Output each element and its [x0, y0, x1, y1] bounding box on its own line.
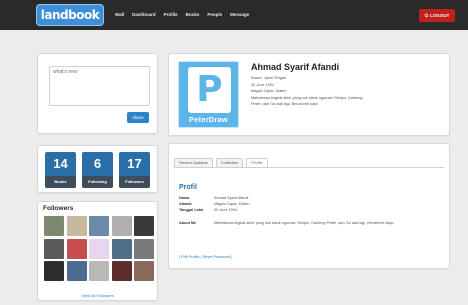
follower-avatar[interactable]: [66, 238, 87, 259]
profile-row-value: Magas Capar, Klaten: [214, 202, 250, 206]
follower-avatar[interactable]: [66, 261, 87, 281]
profile-picture-text: PeterDraw: [189, 115, 228, 124]
share-button[interactable]: share: [127, 112, 149, 123]
profile-detail-card: Recent Updates Collection Profile Profil…: [168, 143, 450, 269]
profile-picture-letter: P: [188, 67, 231, 113]
stat-books-value: 14: [53, 156, 68, 171]
follower-avatar[interactable]: [134, 216, 154, 236]
profile-picture[interactable]: P PeterDraw: [178, 61, 239, 128]
follower-avatar[interactable]: [111, 216, 132, 236]
follower-avatar[interactable]: [111, 238, 132, 259]
profile-row-value: Mahasiswa tingkat akhir yang sok sibuk n…: [214, 221, 394, 225]
follower-avatar[interactable]: [44, 261, 64, 281]
stats-card: 14 Books 6 Following 17 Followers: [37, 145, 158, 193]
stat-following-value: 6: [93, 156, 102, 171]
profile-row-value: Ahmad Syarif Afandi: [214, 196, 249, 200]
profile-header-card: P PeterDraw Ahmad Syarif Afandi Klaten, …: [168, 53, 450, 136]
follower-avatar[interactable]: [134, 238, 154, 259]
stat-books-label: Books: [45, 176, 76, 188]
nav-people[interactable]: People: [207, 12, 222, 17]
follower-avatar[interactable]: [44, 238, 64, 259]
nav-message[interactable]: Message: [230, 12, 249, 17]
stat-following-label: Following: [82, 176, 113, 188]
stat-books[interactable]: 14 Books: [45, 152, 76, 188]
tab-divider: [174, 167, 444, 168]
profile-row-key: Nama: [179, 196, 190, 200]
stat-followers[interactable]: 17 Followers: [119, 152, 150, 188]
nav-books[interactable]: Books: [186, 12, 200, 17]
nav-dashboard[interactable]: Dashboard: [132, 12, 156, 17]
profile-name: Ahmad Syarif Afandi: [251, 62, 340, 72]
follower-avatar[interactable]: [111, 261, 132, 281]
followers-card: Followers View All Followers: [37, 201, 158, 301]
followers-title: Followers: [43, 205, 74, 212]
app-logo[interactable]: landbook: [36, 4, 104, 26]
profile-section-heading: Profil: [179, 184, 197, 191]
profile-info: Klaten, Jawa Tengah 30 June 1994 Magas C…: [251, 75, 441, 108]
profile-row-value: 30 June 1994: [214, 208, 238, 212]
follower-avatar[interactable]: [66, 216, 87, 236]
power-icon: ⏻: [424, 13, 429, 18]
view-all-followers-link[interactable]: View All Followers: [38, 293, 157, 298]
stat-following[interactable]: 6 Following: [82, 152, 113, 188]
logout-label: LOGOUT: [430, 13, 450, 18]
logout-button[interactable]: ⏻ LOGOUT: [419, 9, 455, 22]
follower-avatar[interactable]: [89, 238, 109, 259]
nav-wall[interactable]: Wall: [115, 12, 124, 17]
followers-grid: [44, 216, 154, 281]
nav-profile[interactable]: Profile: [164, 12, 178, 17]
profile-action-links[interactable]: [ Edit Profile | Reset Password ]: [179, 255, 232, 259]
stat-followers-label: Followers: [119, 176, 150, 188]
profile-row-key: Alamat: [179, 202, 192, 206]
top-navigation-bar: landbook Wall Dashboard Profile Books Pe…: [0, 0, 468, 30]
stat-followers-value: 17: [127, 156, 142, 171]
follower-avatar[interactable]: [89, 261, 109, 281]
status-input[interactable]: [49, 66, 150, 106]
follower-avatar[interactable]: [89, 216, 109, 236]
profile-info-bio-line2: Pinter, dan Ga ada lagi. Benahuhe kayo: [251, 102, 319, 106]
profile-row-key: Tanggal Lahir: [179, 208, 204, 212]
profile-row-key: About Me: [179, 221, 197, 225]
follower-avatar[interactable]: [134, 261, 154, 281]
follower-avatar[interactable]: [44, 216, 64, 236]
main-nav: Wall Dashboard Profile Books People Mess…: [115, 12, 249, 17]
status-update-card: share: [37, 53, 158, 134]
